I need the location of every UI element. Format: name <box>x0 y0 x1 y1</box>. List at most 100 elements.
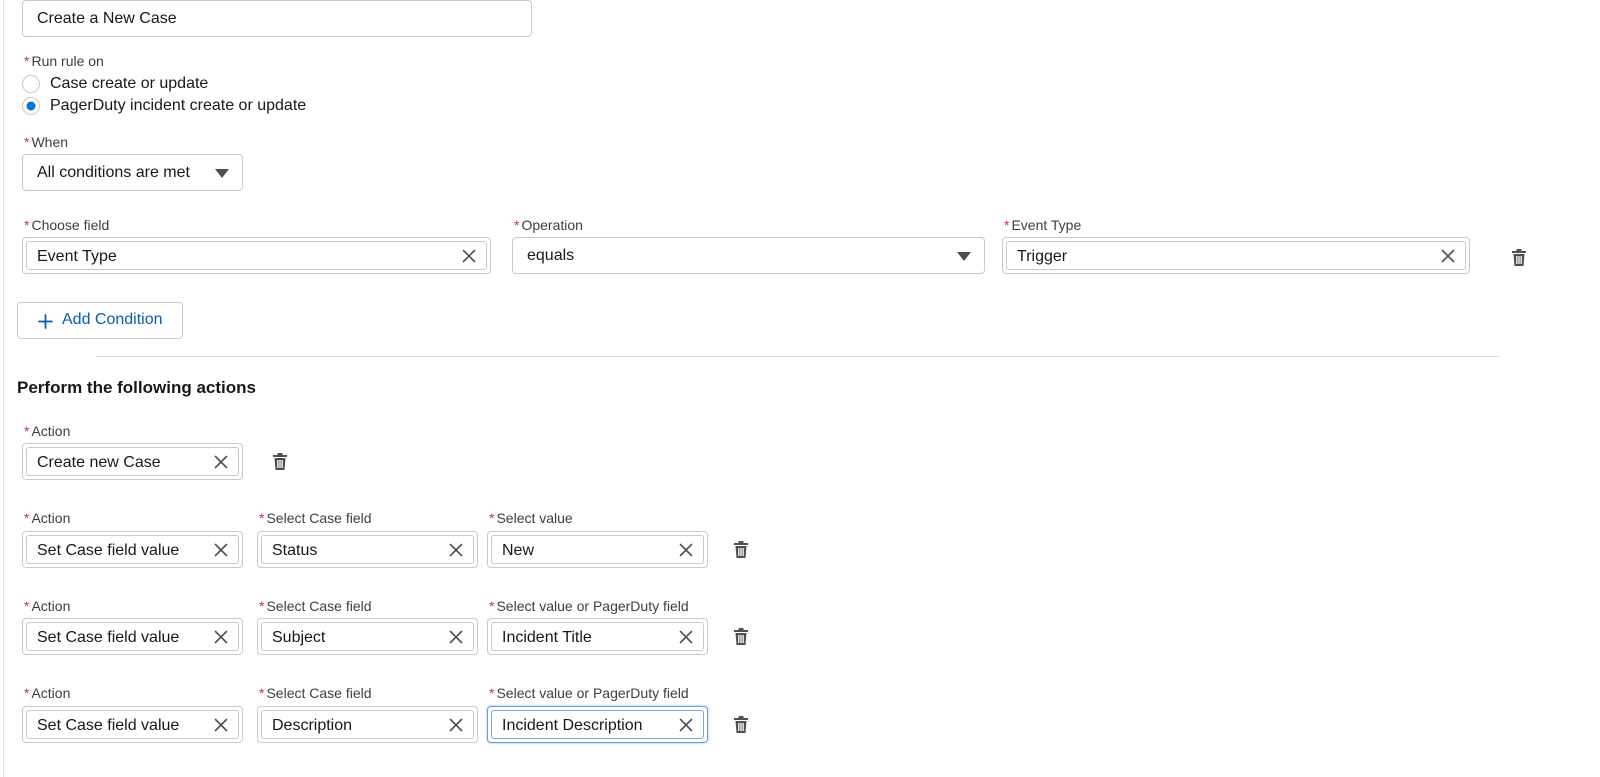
action-label: * Action <box>24 423 71 439</box>
close-icon[interactable] <box>1441 249 1455 263</box>
operation-select[interactable]: equals <box>512 237 985 274</box>
select-value-value: Incident Description <box>502 717 643 734</box>
operation-value: equals <box>527 247 575 264</box>
when-select[interactable]: All conditions are met <box>22 154 243 191</box>
required-marker: * <box>489 510 495 526</box>
radio-case-create-update[interactable]: Case create or update <box>21 74 208 94</box>
required-marker: * <box>24 134 30 150</box>
close-icon[interactable] <box>679 543 693 557</box>
event-type-combobox[interactable]: Trigger <box>1002 237 1470 274</box>
when-label: * When <box>24 134 69 150</box>
case-field-label: * Select Case field <box>259 685 372 701</box>
select-value-combobox[interactable]: New <box>487 531 708 568</box>
trash-icon[interactable] <box>734 541 748 558</box>
select-value-pill: Incident Description <box>491 710 704 739</box>
case-field-label: * Select Case field <box>259 510 372 526</box>
action-value: Set Case field value <box>37 717 180 734</box>
select-value-label: * Select value <box>489 510 573 526</box>
select-value-label: * Select value or PagerDuty field <box>489 685 689 701</box>
action-label: * Action <box>24 598 71 614</box>
trash-icon[interactable] <box>273 453 287 470</box>
radio-pagerduty-incident[interactable]: PagerDuty incident create or update <box>21 96 306 116</box>
rule-name-value: Create a New Case <box>37 10 177 27</box>
choose-field-value: Event Type <box>37 248 117 265</box>
choose-field-combobox[interactable]: Event Type <box>22 237 491 274</box>
required-marker: * <box>24 423 30 439</box>
action-value: Set Case field value <box>37 629 180 646</box>
action-combobox[interactable]: Set Case field value <box>22 531 243 568</box>
action-combobox[interactable]: Set Case field value <box>22 618 243 655</box>
trash-icon[interactable] <box>734 628 748 645</box>
add-condition-label: Add Condition <box>62 311 163 328</box>
caret-down-icon <box>215 169 229 178</box>
action-pill: Set Case field value <box>26 535 239 564</box>
case-field-pill: Subject <box>261 622 474 651</box>
event-type-pill: Trigger <box>1006 241 1466 270</box>
close-icon[interactable] <box>214 543 228 557</box>
action-combobox[interactable]: Create new Case <box>22 443 243 480</box>
radio-label: Case create or update <box>50 75 209 92</box>
action-combobox[interactable]: Set Case field value <box>22 706 243 743</box>
close-icon[interactable] <box>214 630 228 644</box>
required-marker: * <box>489 598 495 614</box>
required-marker: * <box>24 510 30 526</box>
required-marker: * <box>259 510 265 526</box>
required-marker: * <box>1004 217 1010 233</box>
required-marker: * <box>24 217 30 233</box>
select-value-pill: Incident Title <box>491 622 704 651</box>
plus-icon <box>38 314 53 329</box>
required-marker: * <box>24 53 30 69</box>
required-marker: * <box>24 598 30 614</box>
trash-icon[interactable] <box>734 716 748 733</box>
run-rule-on-label: * Run rule on <box>24 53 104 69</box>
case-field-combobox[interactable]: Subject <box>257 618 478 655</box>
action-pill: Set Case field value <box>26 710 239 739</box>
action-pill: Create new Case <box>26 447 239 476</box>
select-value-pill: New <box>491 535 704 564</box>
case-field-pill: Description <box>261 710 474 739</box>
close-icon[interactable] <box>679 630 693 644</box>
trash-icon[interactable] <box>1512 249 1526 266</box>
case-field-value: Description <box>272 717 353 734</box>
radio-label: PagerDuty incident create or update <box>50 97 307 114</box>
case-field-value: Subject <box>272 629 326 646</box>
select-value-label: * Select value or PagerDuty field <box>489 598 689 614</box>
required-marker: * <box>259 598 265 614</box>
close-icon[interactable] <box>214 718 228 732</box>
select-value-combobox[interactable]: Incident Description <box>487 706 708 743</box>
close-icon[interactable] <box>462 249 476 263</box>
left-border <box>3 0 4 777</box>
case-field-value: Status <box>272 542 318 559</box>
required-marker: * <box>489 685 495 701</box>
action-label: * Action <box>24 510 71 526</box>
radio-unselected-icon[interactable] <box>21 74 41 94</box>
case-field-combobox[interactable]: Description <box>257 706 478 743</box>
select-value-value: Incident Title <box>502 629 592 646</box>
event-type-label: * Event Type <box>1004 217 1082 233</box>
close-icon[interactable] <box>449 630 463 644</box>
rule-name-input[interactable]: Create a New Case <box>22 0 532 37</box>
choose-field-pill: Event Type <box>26 241 487 270</box>
action-pill: Set Case field value <box>26 622 239 651</box>
case-field-label: * Select Case field <box>259 598 372 614</box>
add-condition-button[interactable]: Add Condition <box>17 302 183 339</box>
choose-field-label: * Choose field <box>24 217 110 233</box>
case-field-combobox[interactable]: Status <box>257 531 478 568</box>
radio-selected-icon[interactable] <box>21 96 41 116</box>
select-value-combobox[interactable]: Incident Title <box>487 618 708 655</box>
required-marker: * <box>514 217 520 233</box>
close-icon[interactable] <box>679 718 693 732</box>
when-select-value: All conditions are met <box>37 164 190 181</box>
select-value-value: New <box>502 542 535 559</box>
caret-down-icon <box>957 252 971 261</box>
action-value: Set Case field value <box>37 542 180 559</box>
close-icon[interactable] <box>449 543 463 557</box>
required-marker: * <box>24 685 30 701</box>
required-marker: * <box>259 685 265 701</box>
action-value: Create new Case <box>37 454 161 471</box>
close-icon[interactable] <box>214 455 228 469</box>
close-icon[interactable] <box>449 718 463 732</box>
case-field-pill: Status <box>261 535 474 564</box>
operation-label: * Operation <box>514 217 583 233</box>
section-divider <box>96 356 1500 357</box>
